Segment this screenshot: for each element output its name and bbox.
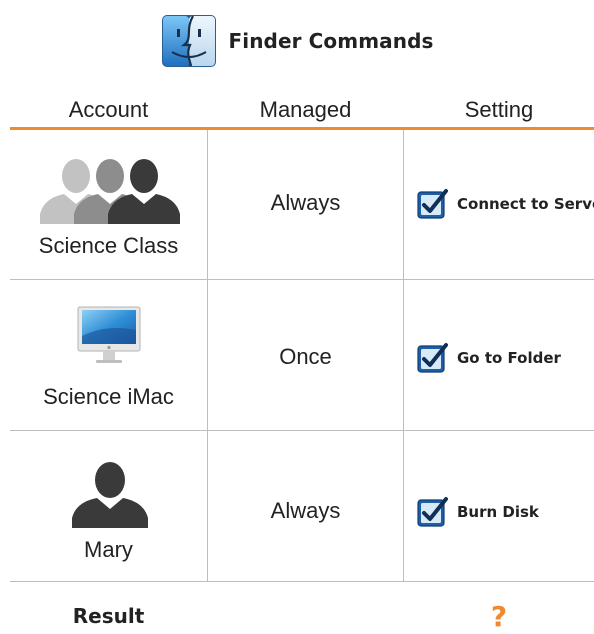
setting-item: Go to Folder	[416, 342, 561, 374]
managed-value: Always	[270, 190, 341, 215]
checkbox[interactable]	[416, 188, 448, 220]
column-header-setting: Setting	[464, 97, 534, 122]
finder-icon	[162, 15, 217, 67]
row-divider	[10, 279, 594, 280]
checkbox[interactable]	[416, 342, 448, 374]
group-users-icon	[40, 159, 180, 224]
setting-label: Burn Disk	[457, 503, 539, 521]
setting-label: Go to Folder	[457, 349, 561, 367]
header-divider	[10, 127, 594, 130]
result-label: Result	[72, 604, 145, 628]
row-divider	[10, 430, 594, 431]
result-value: ?	[490, 600, 508, 633]
account-label: Mary	[84, 537, 133, 562]
account-label: Science Class	[38, 233, 179, 258]
column-divider	[403, 130, 404, 581]
account-label: Science iMac	[43, 384, 174, 409]
row-divider	[10, 581, 594, 582]
setting-item: Burn Disk	[416, 496, 539, 528]
single-user-icon	[72, 462, 148, 528]
page-title: Finder Commands	[228, 29, 434, 53]
setting-item: Connect to Server	[416, 188, 594, 220]
checkbox[interactable]	[416, 496, 448, 528]
managed-value: Once	[279, 344, 332, 369]
column-header-managed: Managed	[259, 97, 352, 122]
managed-value: Always	[270, 498, 341, 523]
page-header: Finder Commands	[0, 10, 594, 72]
imac-computer-icon	[77, 306, 141, 363]
column-header-account: Account	[68, 97, 149, 122]
setting-label: Connect to Server	[457, 195, 594, 213]
